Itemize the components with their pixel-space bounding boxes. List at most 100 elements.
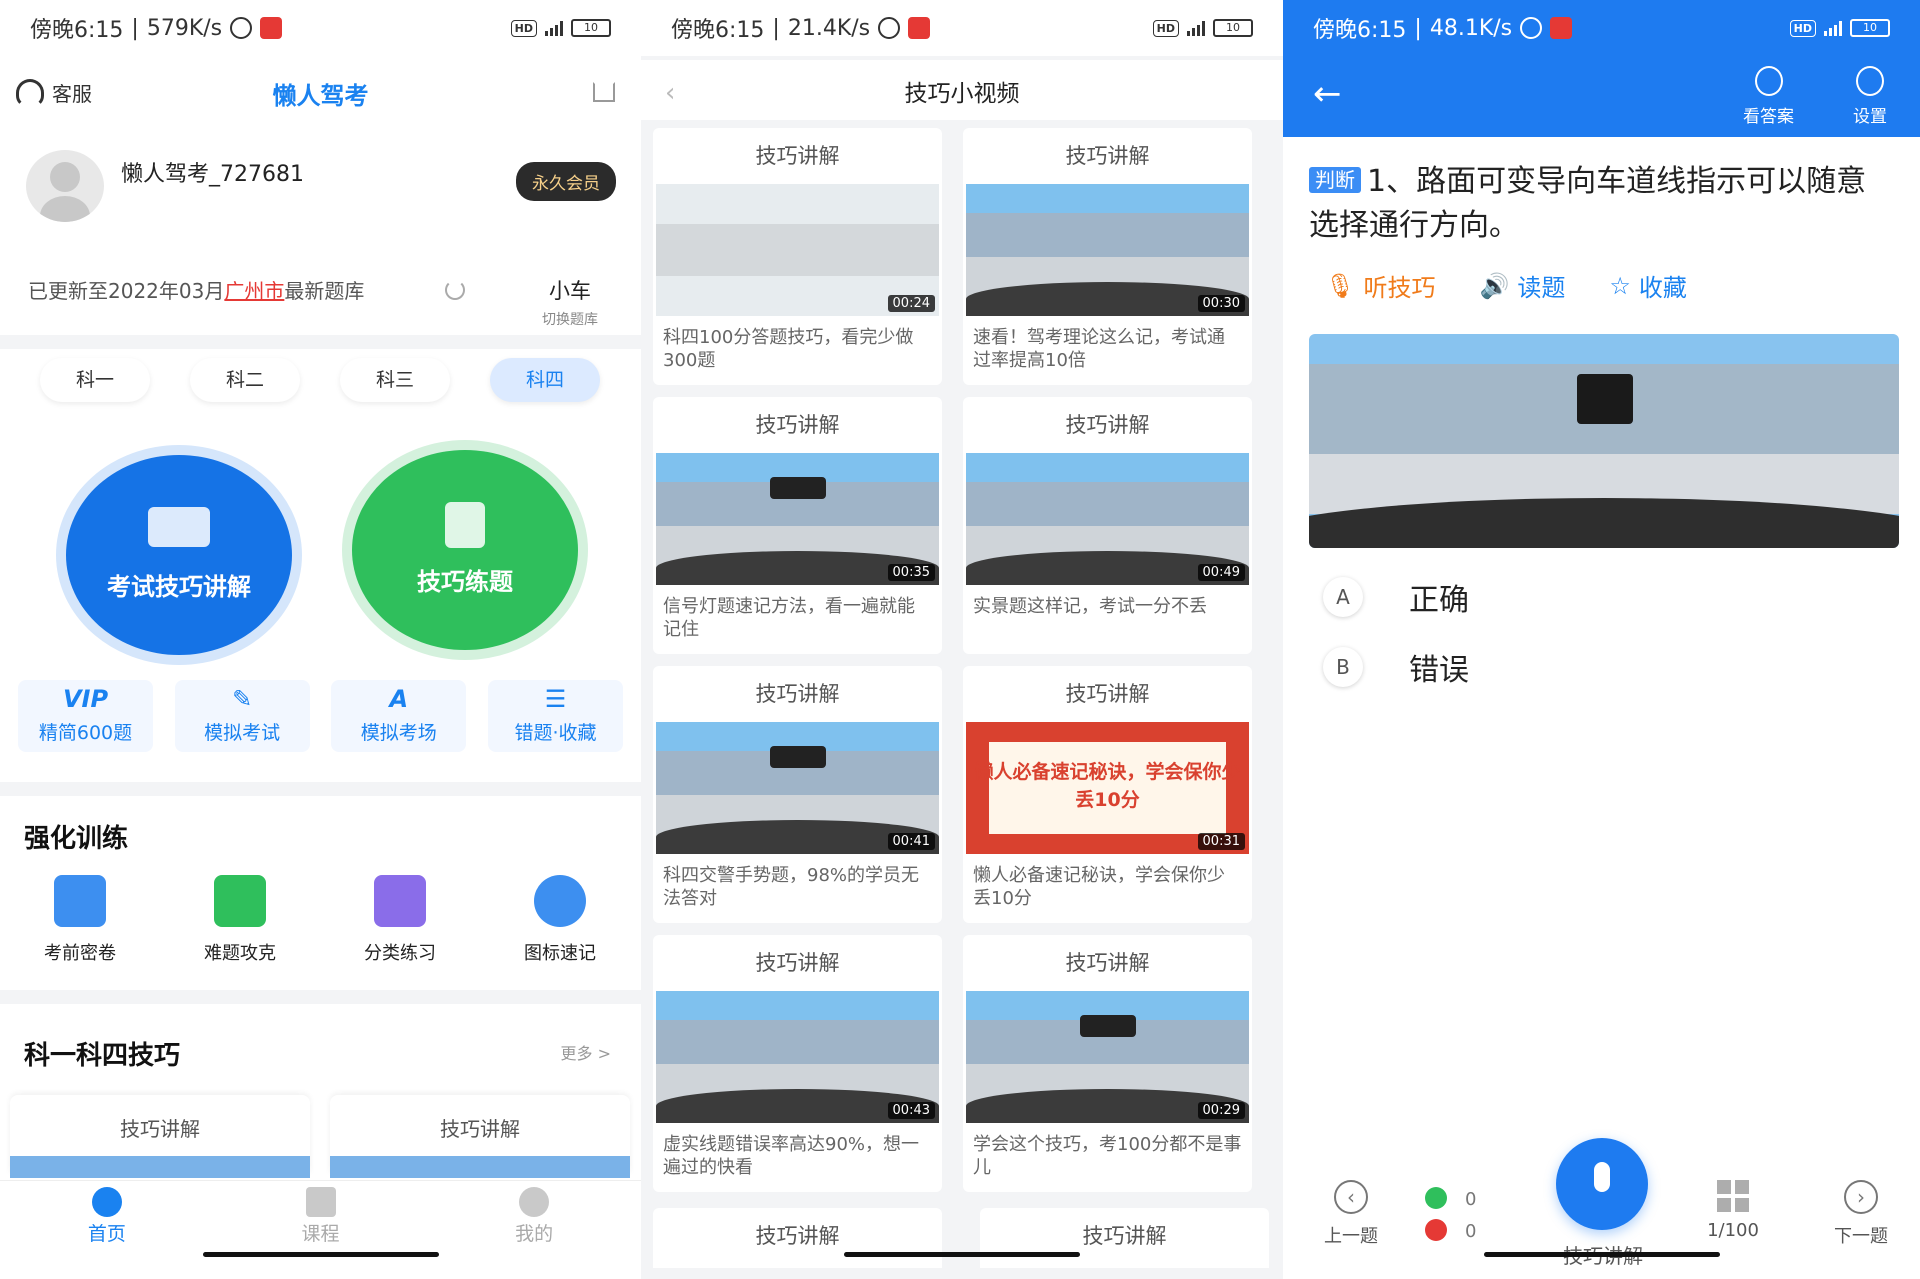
home-screen: 傍晚6:15 | 579K/s HD 10 客服 懒人驾考 懒人驾考_72768…: [0, 0, 641, 1279]
wrong-count: 0: [1465, 1221, 1477, 1242]
skill-explain-button[interactable]: [1556, 1138, 1648, 1230]
listen-label: 听技巧: [1363, 274, 1436, 302]
hd-icon: HD: [1152, 19, 1179, 37]
read-question-button[interactable]: 🔊 读题: [1479, 268, 1565, 303]
option-key: A: [1323, 577, 1363, 617]
option-a[interactable]: A 正确: [1323, 575, 1469, 619]
show-answer-button[interactable]: 看答案: [1743, 66, 1794, 127]
alarm-icon: [878, 17, 901, 39]
video-card[interactable]: 技巧讲解 00:30 速看！驾考理论这么记，考试通过率提高10倍: [963, 128, 1252, 385]
option-b[interactable]: B 错误: [1323, 645, 1469, 689]
speaker-icon: 🔊: [1479, 271, 1510, 300]
favorite-button[interactable]: ☆ 收藏: [1609, 268, 1687, 303]
battery-icon: 10: [1213, 19, 1253, 37]
video-duration: 00:24: [887, 295, 935, 312]
vip-badge[interactable]: 永久会员: [516, 162, 616, 201]
city-link[interactable]: 广州市: [224, 279, 284, 303]
video-card-header: 技巧讲解: [755, 144, 840, 168]
training-item-category[interactable]: 分类练习: [340, 875, 460, 965]
video-card[interactable]: 技巧讲解 00:35 信号灯题速记方法，看一遍就能记住: [653, 397, 942, 654]
listen-skill-button[interactable]: 🎙 听技巧: [1325, 268, 1435, 303]
skill-practice-label: 技巧练题: [417, 568, 513, 596]
exam-hall-icon: A: [389, 685, 409, 713]
tab-course[interactable]: 课程: [214, 1181, 428, 1250]
tab-subject-2[interactable]: 科二: [190, 358, 300, 402]
steering-wheel-icon: [91, 1187, 122, 1217]
exam-skills-label: 考试技巧讲解: [107, 573, 251, 601]
video-thumbnail[interactable]: 00:29: [966, 991, 1249, 1123]
tab-home[interactable]: 首页: [0, 1181, 214, 1250]
exam-skills-button[interactable]: 考试技巧讲解: [66, 455, 292, 655]
quick-item-mock-exam[interactable]: ✎ 模拟考试: [174, 680, 310, 752]
video-grid-next-row: 技巧讲解 技巧讲解: [653, 1208, 1269, 1268]
video-card[interactable]: 技巧讲解 00:43 虚实线题错误率高达90%，想一遍过的快看: [653, 935, 942, 1192]
quiz-bottom-bar: ‹ 上一题 0 0 技巧讲解 1/100 › 下一题: [1283, 1138, 1920, 1268]
video-thumbnail[interactable]: 懒人必备速记秘诀，学会保你少丢10分 00:31: [966, 722, 1249, 854]
tab-subject-4[interactable]: 科四: [490, 358, 600, 402]
status-divider: |: [772, 15, 780, 41]
quick-item-label: 模拟考场: [360, 722, 437, 744]
videos-header: ‹ 技巧小视频: [641, 60, 1283, 120]
tab-label: 我的: [515, 1223, 554, 1245]
training-item-secret-paper[interactable]: 考前密卷: [20, 875, 140, 965]
video-thumbnail[interactable]: 00:30: [966, 184, 1249, 316]
prev-question-button[interactable]: ‹ 上一题: [1311, 1180, 1391, 1248]
thumb-scene: [656, 223, 939, 277]
skill-card[interactable]: 技巧讲解: [10, 1095, 310, 1178]
video-card[interactable]: 技巧讲解 00:29 学会这个技巧，考100分都不是事儿: [963, 935, 1252, 1192]
more-link[interactable]: 更多 >: [561, 1040, 612, 1064]
video-card[interactable]: 技巧讲解 懒人必备速记秘诀，学会保你少丢10分 00:31 懒人必备速记秘诀，学…: [963, 666, 1252, 923]
thumbnail-text: 懒人必备速记秘诀，学会保你少丢10分: [974, 761, 1241, 811]
quick-item-mock-hall[interactable]: A 模拟考场: [331, 680, 467, 752]
app-header: 客服 懒人驾考: [0, 70, 641, 118]
video-card-header[interactable]: 技巧讲解: [653, 1208, 942, 1268]
next-question-button[interactable]: › 下一题: [1821, 1180, 1901, 1248]
training-item-label: 难题攻克: [204, 943, 276, 964]
refresh-icon[interactable]: [445, 280, 465, 300]
video-card[interactable]: 技巧讲解 00:49 实景题这样记，考试一分不丢: [963, 397, 1252, 654]
training-item-signs[interactable]: 图标速记: [500, 875, 620, 965]
question-image: [1309, 334, 1899, 548]
training-item-hard[interactable]: 难题攻克: [180, 875, 300, 965]
status-speed: 48.1K/s: [1429, 15, 1513, 41]
switch-bank-button[interactable]: 小车 切换题库: [520, 275, 620, 329]
quick-item-wrong-fav[interactable]: ☰ 错题·收藏: [487, 680, 623, 752]
video-title: 信号灯题速记方法，看一遍就能记住: [663, 596, 915, 640]
skill-practice-button[interactable]: 技巧练题: [352, 450, 578, 650]
skill-card[interactable]: 技巧讲解: [330, 1095, 630, 1178]
quick-item-vip600[interactable]: VIP 精简600题: [18, 680, 153, 752]
video-thumbnail[interactable]: 00:43: [656, 991, 939, 1123]
grid-icon: [1717, 1180, 1749, 1212]
status-bar: 傍晚6:15 | 21.4K/s HD 10: [641, 0, 1283, 56]
video-duration: 00:31: [1197, 833, 1245, 850]
video-card-header[interactable]: 技巧讲解: [980, 1208, 1269, 1268]
video-card[interactable]: 技巧讲解 00:41 科四交警手势题，98%的学员无法答对: [653, 666, 942, 923]
video-title: 学会这个技巧，考100分都不是事儿: [973, 1134, 1242, 1178]
battery-icon: 10: [1850, 19, 1890, 37]
notification-icon: [1550, 17, 1573, 39]
question-grid-button[interactable]: 1/100: [1693, 1180, 1773, 1241]
video-thumbnail[interactable]: 00:41: [656, 722, 939, 854]
back-arrow-icon[interactable]: ←: [1313, 74, 1342, 114]
video-duration: 00:29: [1197, 1102, 1245, 1119]
settings-button[interactable]: 设置: [1853, 66, 1887, 127]
video-thumbnail[interactable]: 00:24: [656, 184, 939, 316]
subject-tabs: 科一 科二 科三 科四: [40, 358, 600, 402]
video-card[interactable]: 技巧讲解 00:24 科四100分答题技巧，看完少做300题: [653, 128, 942, 385]
cross-icon: [1425, 1219, 1447, 1241]
video-thumbnail[interactable]: 00:35: [656, 453, 939, 585]
video-thumbnail[interactable]: 00:49: [966, 453, 1249, 585]
alarm-icon: [230, 17, 253, 39]
status-time: 傍晚6:15: [671, 18, 765, 43]
tab-me[interactable]: 我的: [427, 1181, 641, 1250]
video-duration: 00:41: [887, 833, 935, 850]
option-text: 正确: [1409, 583, 1469, 618]
tab-subject-3[interactable]: 科三: [340, 358, 450, 402]
avatar[interactable]: [26, 150, 104, 222]
signal-icon: [545, 20, 563, 36]
profile-section[interactable]: 懒人驾考_727681 永久会员: [26, 150, 616, 230]
question-type-tag: 判断: [1309, 167, 1361, 193]
microphone-icon: 🎙: [1325, 271, 1356, 300]
tab-subject-1[interactable]: 科一: [40, 358, 150, 402]
share-icon[interactable]: [593, 82, 615, 102]
